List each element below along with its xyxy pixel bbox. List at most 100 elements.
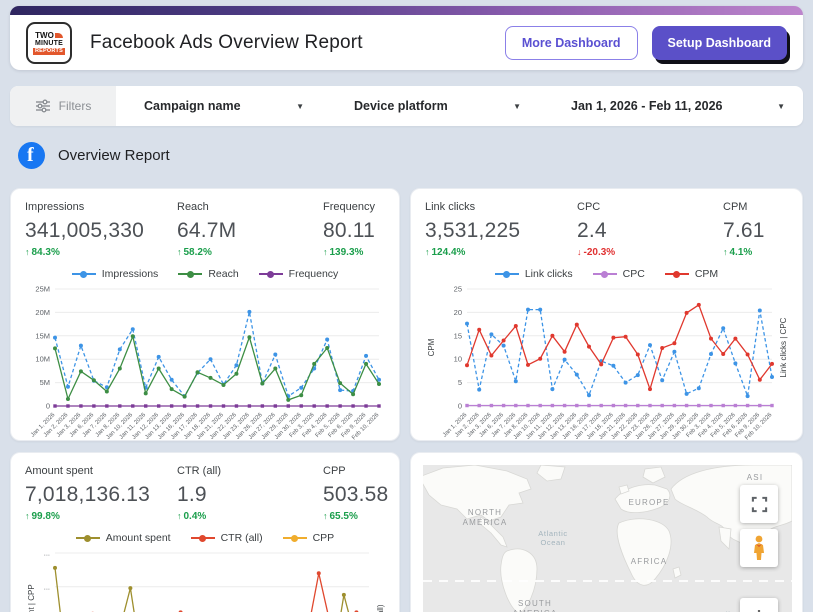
filters-label: Filters xyxy=(59,99,92,113)
filters-toggle[interactable]: Filters xyxy=(10,86,116,126)
metric-amount-spent: Amount spent 7,018,136.13 99.8% xyxy=(25,465,177,522)
svg-text:AMERICA: AMERICA xyxy=(463,518,508,527)
logo-wedge-icon xyxy=(55,33,63,38)
legend-item-cpc[interactable]: CPC xyxy=(593,268,645,280)
line-marker-icon xyxy=(283,535,307,542)
facebook-icon: f xyxy=(18,142,45,169)
delta-badge: 58.2% xyxy=(177,247,323,258)
line-marker-icon xyxy=(178,271,202,278)
chart-legend: Link clicks CPC CPM xyxy=(425,268,788,280)
fullscreen-icon xyxy=(751,496,768,513)
line-marker-icon xyxy=(191,535,215,542)
svg-text:5M: 5M xyxy=(40,378,50,387)
metric-cpp: CPP 503.58 65.5% xyxy=(323,465,388,522)
map-label-atlantic-ocean: Atlantic xyxy=(538,529,567,538)
line-marker-icon xyxy=(72,271,96,278)
linkclicks-cpc-cpm-chart: 0510152025Jan 1, 2026Jan 2, 2026Jan 3, 2… xyxy=(425,284,788,441)
dashboard: TWO MINUTE REPORTS Facebook Ads Overview… xyxy=(0,0,813,612)
legend-item-cpm[interactable]: CPM xyxy=(665,268,718,280)
metric-frequency: Frequency 80.11 139.3% xyxy=(323,201,385,258)
metric-ctr: CTR (all) 1.9 0.4% xyxy=(177,465,323,522)
legend-item-reach[interactable]: Reach xyxy=(178,268,238,280)
svg-text:CPM: CPM xyxy=(427,338,436,356)
trend-up-icon xyxy=(25,247,30,258)
impressions-reach-frequency-chart: 05M10M15M20M25MJan 1, 2026Jan 2, 2026Jan… xyxy=(25,284,385,441)
trend-up-icon xyxy=(323,247,328,258)
world-map[interactable]: NORTH AMERICA EUROPE AFRICA SOUTH AMERIC… xyxy=(423,465,792,612)
svg-text:...: ... xyxy=(44,549,50,558)
trend-up-icon xyxy=(425,247,430,258)
svg-text:10: 10 xyxy=(454,355,462,364)
spend-ctr-cpp-chart: ............Jan 1, 2026Jan 2, 2026Jan 3,… xyxy=(25,548,385,612)
campaign-name-dropdown[interactable]: Campaign name ▼ xyxy=(130,86,318,126)
chevron-down-icon: ▼ xyxy=(777,102,785,111)
metric-reach: Reach 64.7M 58.2% xyxy=(177,201,323,258)
line-marker-icon xyxy=(495,271,519,278)
pegman-icon xyxy=(750,535,768,561)
map-label-africa: AFRICA xyxy=(631,557,668,566)
chart-legend: Amount spent CTR (all) CPP xyxy=(25,532,385,544)
svg-text:...: ... xyxy=(44,582,50,591)
legend-item-link-clicks[interactable]: Link clicks xyxy=(495,268,573,280)
page-title: Facebook Ads Overview Report xyxy=(90,32,363,54)
trend-up-icon xyxy=(723,247,728,258)
plus-icon xyxy=(750,608,768,612)
svg-text:25M: 25M xyxy=(35,285,50,294)
svg-text:0: 0 xyxy=(46,402,50,411)
map-label-asia: ASI xyxy=(747,473,764,482)
trend-up-icon xyxy=(25,511,30,522)
metric-impressions: Impressions 341,005,330 84.3% xyxy=(25,201,177,258)
filters-sliders-icon xyxy=(35,98,51,114)
map-zoom-in-button[interactable] xyxy=(740,598,778,612)
trend-up-icon xyxy=(323,511,328,522)
svg-text:Link clicks | CPC: Link clicks | CPC xyxy=(779,317,788,377)
trend-up-icon xyxy=(177,511,182,522)
legend-item-cpp[interactable]: CPP xyxy=(283,532,335,544)
chevron-down-icon: ▼ xyxy=(513,102,521,111)
map-label-north-america: NORTH xyxy=(468,508,502,517)
delta-badge: -20.3% xyxy=(577,247,723,258)
svg-text:20M: 20M xyxy=(35,308,50,317)
setup-dashboard-button[interactable]: Setup Dashboard xyxy=(652,26,788,60)
map-pegman-button[interactable] xyxy=(740,529,778,567)
svg-text:25: 25 xyxy=(454,285,462,294)
card-geo-map: NORTH AMERICA EUROPE AFRICA SOUTH AMERIC… xyxy=(410,452,803,612)
chevron-down-icon: ▼ xyxy=(296,102,304,111)
two-minute-reports-logo: TWO MINUTE REPORTS xyxy=(26,22,72,64)
delta-badge: 99.8% xyxy=(25,511,177,522)
delta-badge: 124.4% xyxy=(425,247,577,258)
delta-badge: 0.4% xyxy=(177,511,323,522)
line-marker-icon xyxy=(593,271,617,278)
line-marker-icon xyxy=(665,271,689,278)
card-spend-ctr-cpp: Amount spent 7,018,136.13 99.8% CTR (all… xyxy=(10,452,400,612)
map-label-europe: EUROPE xyxy=(629,498,670,507)
header: TWO MINUTE REPORTS Facebook Ads Overview… xyxy=(10,6,803,70)
filter-bar: Filters Campaign name ▼ Device platform … xyxy=(10,86,803,126)
date-range-dropdown[interactable]: Jan 1, 2026 - Feb 11, 2026 ▼ xyxy=(557,86,803,126)
map-label-south-america: SOUTH xyxy=(518,599,552,608)
trend-up-icon xyxy=(177,247,182,258)
device-platform-dropdown[interactable]: Device platform ▼ xyxy=(340,86,535,126)
line-marker-icon xyxy=(259,271,283,278)
svg-text:15M: 15M xyxy=(35,331,50,340)
metric-cpm: CPM 7.61 4.1% xyxy=(723,201,788,258)
svg-text:0: 0 xyxy=(458,402,462,411)
card-linkclicks-cpc-cpm: Link clicks 3,531,225 124.4% CPC 2.4 -20… xyxy=(410,188,803,441)
more-dashboard-button[interactable]: More Dashboard xyxy=(505,26,638,60)
section-title: Overview Report xyxy=(58,147,170,164)
svg-text:20: 20 xyxy=(454,308,462,317)
svg-text:5: 5 xyxy=(458,378,462,387)
svg-text:15: 15 xyxy=(454,331,462,340)
legend-item-impressions[interactable]: Impressions xyxy=(72,268,159,280)
svg-text:Ocean: Ocean xyxy=(540,538,565,547)
world-map-canvas: NORTH AMERICA EUROPE AFRICA SOUTH AMERIC… xyxy=(423,465,792,612)
legend-item-ctr[interactable]: CTR (all) xyxy=(191,532,263,544)
map-fullscreen-button[interactable] xyxy=(740,485,778,523)
card-impressions-reach-frequency: Impressions 341,005,330 84.3% Reach 64.7… xyxy=(10,188,400,441)
delta-badge: 65.5% xyxy=(323,511,388,522)
line-marker-icon xyxy=(76,535,100,542)
svg-text:CTR (all): CTR (all) xyxy=(376,604,385,612)
metric-cpc: CPC 2.4 -20.3% xyxy=(577,201,723,258)
legend-item-amount-spent[interactable]: Amount spent xyxy=(76,532,171,544)
legend-item-frequency[interactable]: Frequency xyxy=(259,268,339,280)
